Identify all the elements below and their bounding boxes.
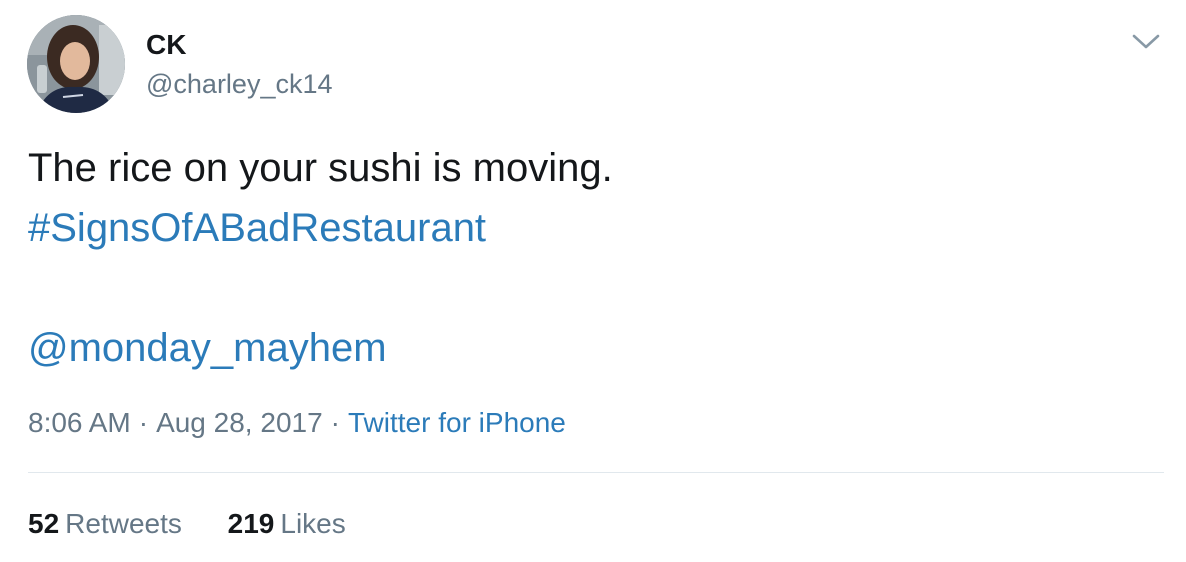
mention-link[interactable]: @monday_mayhem [28,318,1158,378]
tweet-text-line: The rice on your sushi is moving. [28,146,613,190]
meta-separator: · [330,407,340,438]
retweets-label: Retweets [65,508,182,539]
retweets-stat[interactable]: 52 Retweets [28,506,182,542]
tweet-date[interactable]: Aug 28, 2017 [156,407,323,438]
likes-stat[interactable]: 219 Likes [228,506,346,542]
display-name[interactable]: CK [146,28,186,62]
tweet-card: CK @charley_ck14 The rice on your sushi … [0,0,1186,562]
tweet-text: The rice on your sushi is moving. #Signs… [28,138,1158,378]
tweet-time[interactable]: 8:06 AM [28,407,131,438]
avatar[interactable] [27,15,125,113]
tweet-stats: 52 Retweets 219 Likes [28,506,346,542]
tweet-metadata: 8:06 AM · Aug 28, 2017 · Twitter for iPhone [28,405,566,441]
meta-separator: · [138,407,149,438]
user-handle[interactable]: @charley_ck14 [146,67,333,101]
tweet-source-link[interactable]: Twitter for iPhone [348,407,566,438]
likes-label: Likes [280,508,346,539]
tweet-menu-button[interactable] [1128,28,1164,56]
likes-count: 219 [227,508,275,539]
profile-photo-icon [27,15,125,113]
divider [28,472,1164,473]
hashtag-link[interactable]: #SignsOfABadRestaurant [28,198,1158,258]
retweets-count: 52 [28,508,60,539]
chevron-down-icon [1132,34,1160,49]
